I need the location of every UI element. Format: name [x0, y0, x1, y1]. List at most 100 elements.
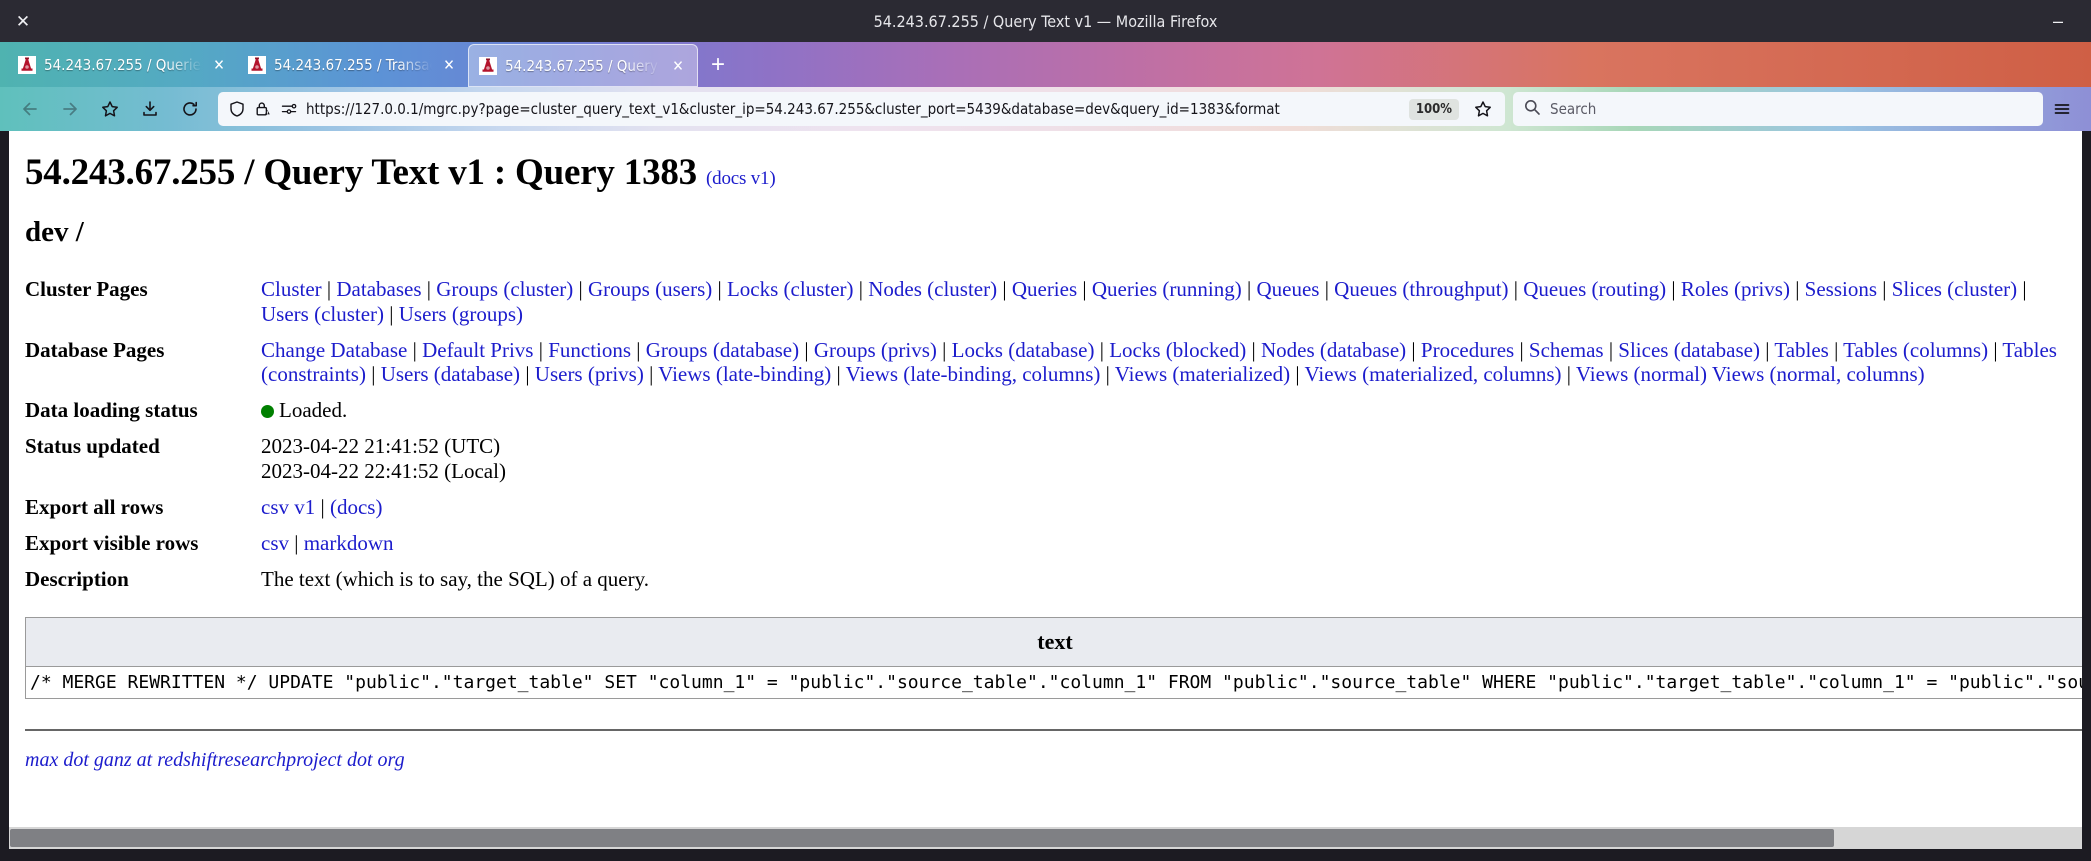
browser-tab-1-close-icon[interactable]: ✕	[210, 56, 228, 74]
nav-link[interactable]: Tables	[1774, 338, 1829, 362]
link-separator: |	[2017, 277, 2027, 301]
paren-close: )	[769, 168, 776, 189]
link-separator: |	[1877, 277, 1892, 301]
link-separator: |	[1094, 337, 1110, 362]
search-input-placeholder[interactable]: Search	[1550, 100, 1596, 118]
link-separator: |	[643, 362, 659, 387]
permissions-icon[interactable]	[280, 100, 298, 118]
nav-link[interactable]: Queues (throughput)	[1334, 277, 1508, 301]
link-separator: |	[1077, 277, 1092, 301]
metadata-row: Database Pages Change Database | Default …	[25, 338, 2075, 399]
hamburger-menu-icon[interactable]	[2043, 91, 2081, 127]
link-separator: |	[1319, 277, 1335, 301]
nav-link[interactable]: Default Privs	[422, 338, 533, 362]
metadata-table: Cluster Pages Cluster | Databases | Group…	[25, 277, 2075, 603]
forward-arrow-icon[interactable]	[50, 91, 90, 127]
link-separator: |	[365, 362, 381, 387]
nav-link[interactable]: Nodes (database)	[1261, 338, 1406, 362]
nav-link[interactable]: Slices (cluster)	[1892, 277, 2017, 301]
link-separator: |	[1290, 362, 1305, 387]
bookmark-star-icon[interactable]	[90, 91, 130, 127]
nav-link[interactable]: Groups (privs)	[814, 338, 937, 362]
metadata-row-label: Database Pages	[25, 337, 165, 362]
timestamp-line: 2023-04-22 21:41:52 (UTC)	[261, 434, 501, 459]
link-separator: |	[1508, 277, 1524, 301]
window-close-button[interactable]: ✕	[0, 0, 46, 42]
nav-link[interactable]: Locks (cluster)	[727, 277, 854, 301]
download-icon[interactable]	[130, 91, 170, 127]
nav-link[interactable]: markdown	[304, 531, 394, 555]
back-arrow-icon[interactable]	[10, 91, 50, 127]
browser-tab-2-close-icon[interactable]: ✕	[440, 56, 458, 74]
nav-link[interactable]: Procedures	[1421, 338, 1514, 362]
nav-link[interactable]: Queries (running)	[1092, 277, 1242, 301]
contact-email-link[interactable]: max dot ganz at redshiftresearchproject …	[25, 749, 405, 771]
nav-link[interactable]: csv	[261, 531, 289, 555]
footer-divider	[25, 728, 2082, 731]
nav-link[interactable]: Cluster	[261, 277, 322, 301]
docs-v1-link[interactable]: docs v1	[712, 168, 769, 189]
nav-link[interactable]: Slices (database)	[1618, 338, 1760, 362]
browser-tab-3-close-icon[interactable]: ✕	[669, 57, 687, 75]
nav-link[interactable]: Views (normal) Views (normal, columns)	[1576, 362, 1925, 386]
nav-link[interactable]: Queues (routing)	[1523, 277, 1666, 301]
column-header-text[interactable]: text	[25, 616, 2082, 667]
navigation-toolbar: https://127.0.0.1/mgrc.py?page=cluster_q…	[0, 87, 2091, 131]
nav-link[interactable]: Users (privs)	[535, 362, 644, 386]
browser-tab-2[interactable]: 54.243.67.255 / Transactions ✕	[238, 42, 468, 87]
nav-link[interactable]: Databases	[336, 277, 421, 301]
nav-link[interactable]: Users (cluster)	[261, 302, 384, 326]
window-minimize-button[interactable]: –	[2039, 0, 2077, 42]
metadata-row: Cluster Pages Cluster | Databases | Group…	[25, 277, 2075, 338]
nav-link[interactable]: Users (groups)	[399, 302, 523, 326]
metadata-row-value: 2023-04-22 21:41:52 (UTC) 2023-04-22 22:4…	[261, 434, 2075, 495]
docs-link-wrapper: (docs v1)	[706, 168, 776, 189]
link-separator: |	[1514, 337, 1529, 362]
status-text: Loaded.	[279, 398, 348, 423]
lock-warning-icon[interactable]	[254, 100, 272, 118]
horizontal-scrollbar-thumb[interactable]	[10, 829, 1835, 847]
nav-link[interactable]: Groups (database)	[646, 338, 799, 362]
nav-link[interactable]: Views (late-binding)	[658, 362, 831, 386]
url-bar[interactable]: https://127.0.0.1/mgrc.py?page=cluster_q…	[218, 92, 1505, 126]
nav-link[interactable]: Users (database)	[381, 362, 520, 386]
nav-link[interactable]: Groups (users)	[588, 277, 712, 301]
nav-link[interactable]: Groups (cluster)	[436, 277, 573, 301]
metadata-row-value: Cluster | Databases | Groups (cluster) |…	[261, 277, 2075, 338]
metadata-row-label: Cluster Pages	[25, 277, 148, 301]
nav-link[interactable]: Views (late-binding, columns)	[846, 362, 1101, 386]
nav-link[interactable]: Functions	[548, 338, 631, 362]
nav-link[interactable]: Queries	[1012, 277, 1077, 301]
new-tab-button[interactable]: +	[698, 42, 738, 87]
page-content: 54.243.67.255 / Query Text v1 : Query 13…	[9, 131, 2082, 827]
nav-link[interactable]: Schemas	[1529, 338, 1604, 362]
search-bar[interactable]: Search	[1513, 92, 2043, 126]
nav-link[interactable]: Locks (blocked)	[1109, 338, 1246, 362]
nav-link[interactable]: (docs)	[330, 495, 382, 519]
nav-link[interactable]: Sessions	[1805, 277, 1877, 301]
nav-link[interactable]: Change Database	[261, 338, 407, 362]
link-separator: |	[1603, 337, 1619, 362]
metadata-row: Data loading status Loaded.	[25, 398, 2075, 434]
nav-link[interactable]: Queues	[1256, 277, 1319, 301]
nav-link[interactable]: Tables (columns)	[1843, 338, 1988, 362]
browser-tab-1[interactable]: 54.243.67.255 / Queries ✕	[8, 42, 238, 87]
bookmark-star-icon[interactable]	[1473, 99, 1493, 119]
metadata-row-label: Export visible rows	[25, 530, 199, 555]
nav-link[interactable]: Locks (database)	[952, 338, 1095, 362]
tracking-shield-icon[interactable]	[228, 100, 246, 118]
browser-tab-3-title: 54.243.67.255 / Query Text v1	[505, 56, 661, 75]
nav-link[interactable]: Roles (privs)	[1681, 277, 1790, 301]
zoom-level-badge[interactable]: 100%	[1408, 98, 1459, 120]
database-subtitle: dev /	[25, 216, 84, 248]
link-separator: |	[533, 337, 549, 362]
nav-link[interactable]: Views (materialized)	[1115, 362, 1290, 386]
nav-link[interactable]: csv v1	[261, 495, 315, 519]
redshift-favicon-icon	[248, 55, 266, 74]
nav-link[interactable]: Nodes (cluster)	[868, 277, 997, 301]
browser-tab-3-active[interactable]: 54.243.67.255 / Query Text v1 ✕	[468, 44, 698, 87]
horizontal-scrollbar[interactable]	[9, 827, 2082, 849]
reload-icon[interactable]	[170, 91, 210, 127]
link-separator: |	[1406, 337, 1421, 362]
nav-link[interactable]: Views (materialized, columns)	[1304, 362, 1561, 386]
